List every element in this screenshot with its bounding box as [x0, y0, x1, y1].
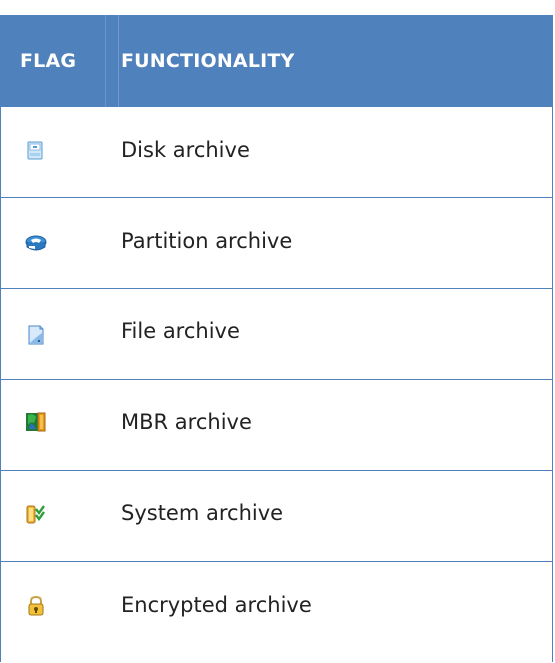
header-flag: FLAG [20, 50, 77, 72]
row-label: MBR archive [121, 410, 252, 434]
table-row: File archive [1, 289, 552, 380]
table-row: System archive [1, 471, 552, 562]
file-archive-icon [25, 324, 47, 346]
disk-archive-icon [25, 140, 47, 162]
header-functionality: FUNCTIONALITY [121, 50, 295, 72]
row-label: Encrypted archive [121, 593, 312, 617]
row-label: System archive [121, 501, 284, 525]
row-label: File archive [121, 319, 240, 343]
table-row: Partition archive [1, 198, 552, 289]
header-divider [118, 15, 119, 107]
table-header: FLAG FUNCTIONALITY [1, 15, 552, 107]
row-label: Disk archive [121, 138, 250, 162]
row-label: Partition archive [121, 229, 293, 253]
table-row: Disk archive [1, 107, 552, 198]
partition-archive-icon [25, 234, 47, 256]
table-row: MBR archive [1, 380, 552, 471]
mbr-archive-icon [25, 411, 47, 433]
header-divider [105, 15, 106, 107]
system-archive-icon [25, 503, 47, 525]
archive-flag-table: FLAG FUNCTIONALITY Disk archive Partitio… [0, 15, 553, 662]
table-row: Encrypted archive [1, 562, 552, 662]
encrypted-archive-icon [25, 595, 47, 617]
